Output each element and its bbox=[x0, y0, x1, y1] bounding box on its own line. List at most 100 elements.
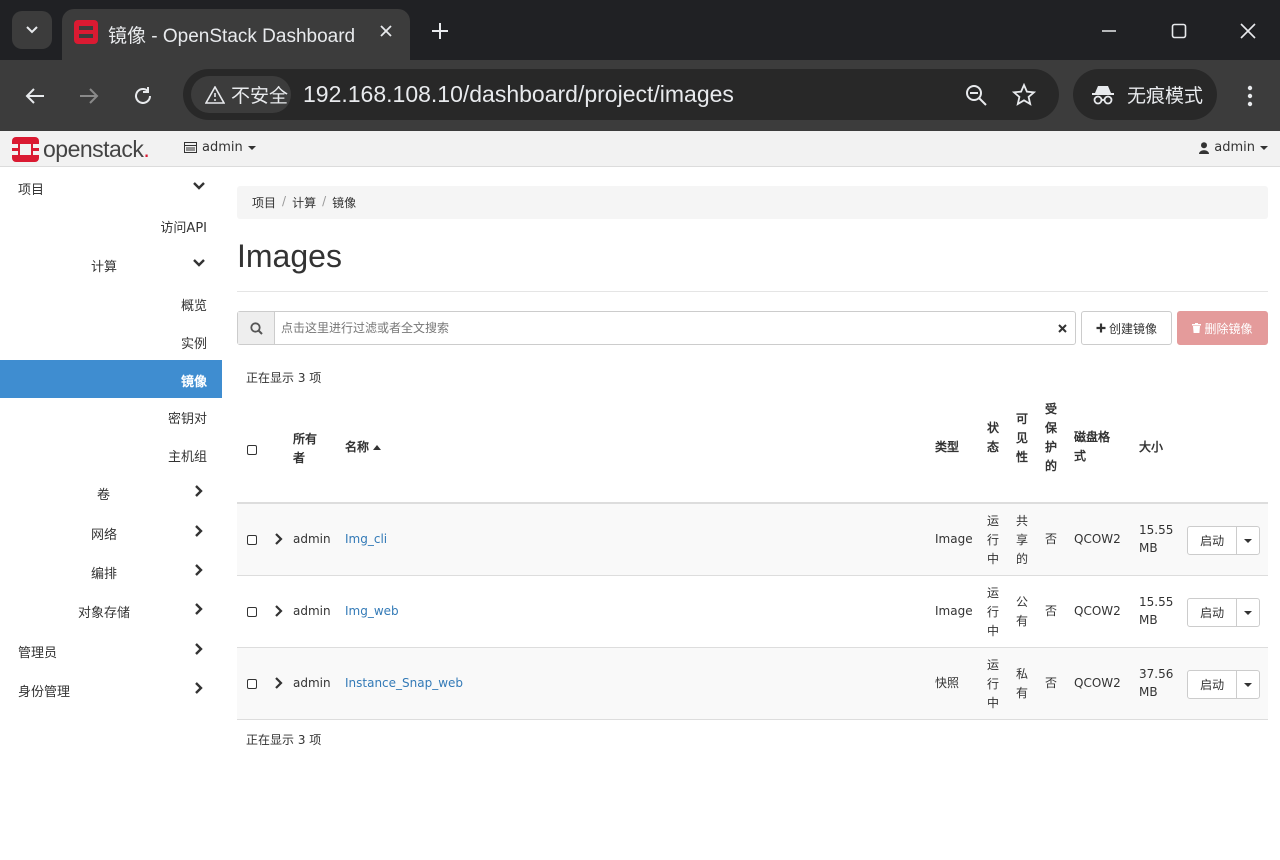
delete-images-button[interactable]: 删除镜像 bbox=[1177, 311, 1268, 345]
sidebar-item-admin[interactable]: 管理员 bbox=[0, 631, 222, 669]
openstack-logo-icon bbox=[12, 137, 39, 162]
reload-button[interactable] bbox=[125, 78, 161, 114]
chevron-right-icon bbox=[195, 485, 203, 497]
sidebar-item-orchestration[interactable]: 编排 bbox=[0, 552, 222, 590]
column-name[interactable]: 名称 bbox=[345, 438, 382, 457]
column-size[interactable]: 大小 bbox=[1139, 438, 1163, 457]
row-visibility: 公有 bbox=[1016, 595, 1029, 628]
arrow-right-icon bbox=[80, 88, 99, 104]
sidebar-item-compute[interactable]: 计算 bbox=[0, 245, 222, 283]
row-checkbox[interactable] bbox=[247, 535, 257, 545]
new-tab-button[interactable] bbox=[424, 15, 456, 47]
sidebar-item-api-access[interactable]: 访问API bbox=[0, 206, 222, 244]
tab-search-button[interactable] bbox=[12, 11, 52, 49]
sidebar-item-label: 访问API bbox=[160, 221, 207, 236]
breadcrumb-item-compute[interactable]: 计算 bbox=[292, 194, 316, 211]
sidebar-item-label: 主机组 bbox=[167, 450, 207, 465]
launch-button[interactable]: 启动 bbox=[1188, 671, 1238, 698]
bookmark-button[interactable] bbox=[1010, 81, 1038, 109]
sidebar-item-volumes[interactable]: 卷 bbox=[0, 473, 222, 511]
row-checkbox[interactable] bbox=[247, 607, 257, 617]
actions-dropdown-toggle[interactable] bbox=[1237, 671, 1259, 698]
insecure-label: 不安全 bbox=[231, 86, 289, 107]
breadcrumb-item-images: 镜像 bbox=[332, 196, 357, 210]
actions-dropdown-toggle[interactable] bbox=[1237, 599, 1259, 626]
row-name-link[interactable]: Img_web bbox=[345, 602, 399, 621]
chevron-right-icon[interactable] bbox=[274, 677, 284, 689]
table-row: admin Img_web Image 运行中 公有 否 QCOW2 15.55… bbox=[237, 576, 1268, 648]
close-icon bbox=[1057, 323, 1067, 333]
chevron-right-icon bbox=[195, 525, 203, 537]
row-name-link[interactable]: Instance_Snap_web bbox=[345, 674, 463, 693]
incognito-chip[interactable]: 无痕模式 bbox=[1073, 69, 1217, 120]
more-vert-icon bbox=[1247, 85, 1253, 107]
reload-icon bbox=[135, 87, 151, 104]
user-menu[interactable]: admin bbox=[1199, 140, 1268, 155]
minimize-button[interactable] bbox=[1087, 12, 1131, 50]
browser-tab[interactable]: 镜像 - OpenStack Dashboard bbox=[62, 9, 410, 60]
sidebar-item-label: 网络 bbox=[91, 528, 118, 543]
chevron-right-icon[interactable] bbox=[274, 605, 284, 617]
forward-button[interactable] bbox=[71, 78, 107, 114]
row-owner: admin bbox=[293, 532, 331, 546]
minimize-icon bbox=[1102, 30, 1116, 32]
sort-asc-icon bbox=[373, 445, 382, 450]
chevron-right-icon[interactable] bbox=[274, 533, 284, 545]
sidebar-item-instances[interactable]: 实例 bbox=[0, 322, 222, 360]
back-button[interactable] bbox=[17, 78, 53, 114]
sidebar-item-key-pairs[interactable]: 密钥对 bbox=[0, 397, 222, 435]
select-all-checkbox[interactable] bbox=[247, 445, 257, 455]
openstack-logo[interactable]: openstack. bbox=[12, 136, 150, 163]
sidebar-item-images[interactable]: 镜像 bbox=[0, 360, 222, 398]
create-image-button[interactable]: 创建镜像 bbox=[1081, 311, 1172, 345]
column-visibility[interactable]: 可见性 bbox=[1016, 410, 1030, 467]
sidebar-item-label: 对象存储 bbox=[78, 606, 131, 621]
row-name-link[interactable]: Img_cli bbox=[345, 530, 387, 549]
tab-close-button[interactable] bbox=[374, 19, 398, 43]
actions-dropdown-toggle[interactable] bbox=[1237, 527, 1259, 554]
search-button[interactable] bbox=[238, 312, 275, 344]
maximize-button[interactable] bbox=[1157, 12, 1201, 50]
sidebar-item-overview[interactable]: 概览 bbox=[0, 284, 222, 322]
sidebar-item-project[interactable]: 项目 bbox=[0, 168, 222, 206]
zoom-button[interactable] bbox=[962, 81, 990, 109]
url-text[interactable]: 192.168.108.10/dashboard/project/images bbox=[303, 81, 734, 108]
star-icon bbox=[1012, 83, 1036, 106]
row-protected: 否 bbox=[1045, 676, 1058, 690]
row-disk-format: QCOW2 bbox=[1074, 676, 1121, 690]
row-checkbox[interactable] bbox=[247, 679, 257, 689]
caret-down-icon bbox=[1244, 610, 1253, 615]
column-status[interactable]: 状态 bbox=[987, 419, 1001, 457]
launch-button[interactable]: 启动 bbox=[1188, 527, 1238, 554]
column-type[interactable]: 类型 bbox=[935, 438, 959, 457]
warning-icon bbox=[205, 85, 225, 104]
sidebar-item-label: 镜像 bbox=[180, 375, 207, 390]
sidebar-item-object-store[interactable]: 对象存储 bbox=[0, 591, 222, 629]
sidebar-item-identity[interactable]: 身份管理 bbox=[0, 670, 222, 708]
sidebar-item-network[interactable]: 网络 bbox=[0, 513, 222, 551]
openstack-favicon-icon bbox=[74, 20, 98, 44]
sidebar-item-server-groups[interactable]: 主机组 bbox=[0, 435, 222, 473]
column-owner[interactable]: 所有者 bbox=[293, 430, 323, 468]
row-owner: admin bbox=[293, 604, 331, 618]
site-info-chip[interactable]: 不安全 bbox=[191, 76, 291, 113]
project-switcher[interactable]: admin bbox=[184, 140, 256, 155]
breadcrumb-item-project[interactable]: 项目 bbox=[252, 194, 276, 211]
row-owner: admin bbox=[293, 676, 331, 690]
column-disk-format[interactable]: 磁盘格式 bbox=[1074, 428, 1118, 466]
row-type: Image bbox=[935, 604, 973, 618]
search-input[interactable] bbox=[276, 312, 1056, 344]
sidebar: 项目 访问API 计算 概览 实例 镜像 密钥对 主机组 卷 网络 编排 对象存… bbox=[0, 168, 222, 860]
row-protected: 否 bbox=[1045, 532, 1058, 546]
column-protected[interactable]: 受保护的 bbox=[1045, 400, 1059, 476]
chevron-right-icon bbox=[195, 682, 203, 694]
window-close-button[interactable] bbox=[1226, 12, 1270, 50]
user-name: admin bbox=[1214, 140, 1255, 155]
row-size-value: 37.56 bbox=[1139, 667, 1174, 681]
browser-menu-button[interactable] bbox=[1234, 78, 1266, 114]
address-bar[interactable]: 不安全 192.168.108.10/dashboard/project/ima… bbox=[183, 69, 1059, 120]
launch-button[interactable]: 启动 bbox=[1188, 599, 1238, 626]
clear-search-button[interactable] bbox=[1055, 321, 1069, 335]
table-row: admin Instance_Snap_web 快照 运行中 私有 否 QCOW… bbox=[237, 648, 1268, 720]
sidebar-item-label: 实例 bbox=[180, 337, 207, 352]
